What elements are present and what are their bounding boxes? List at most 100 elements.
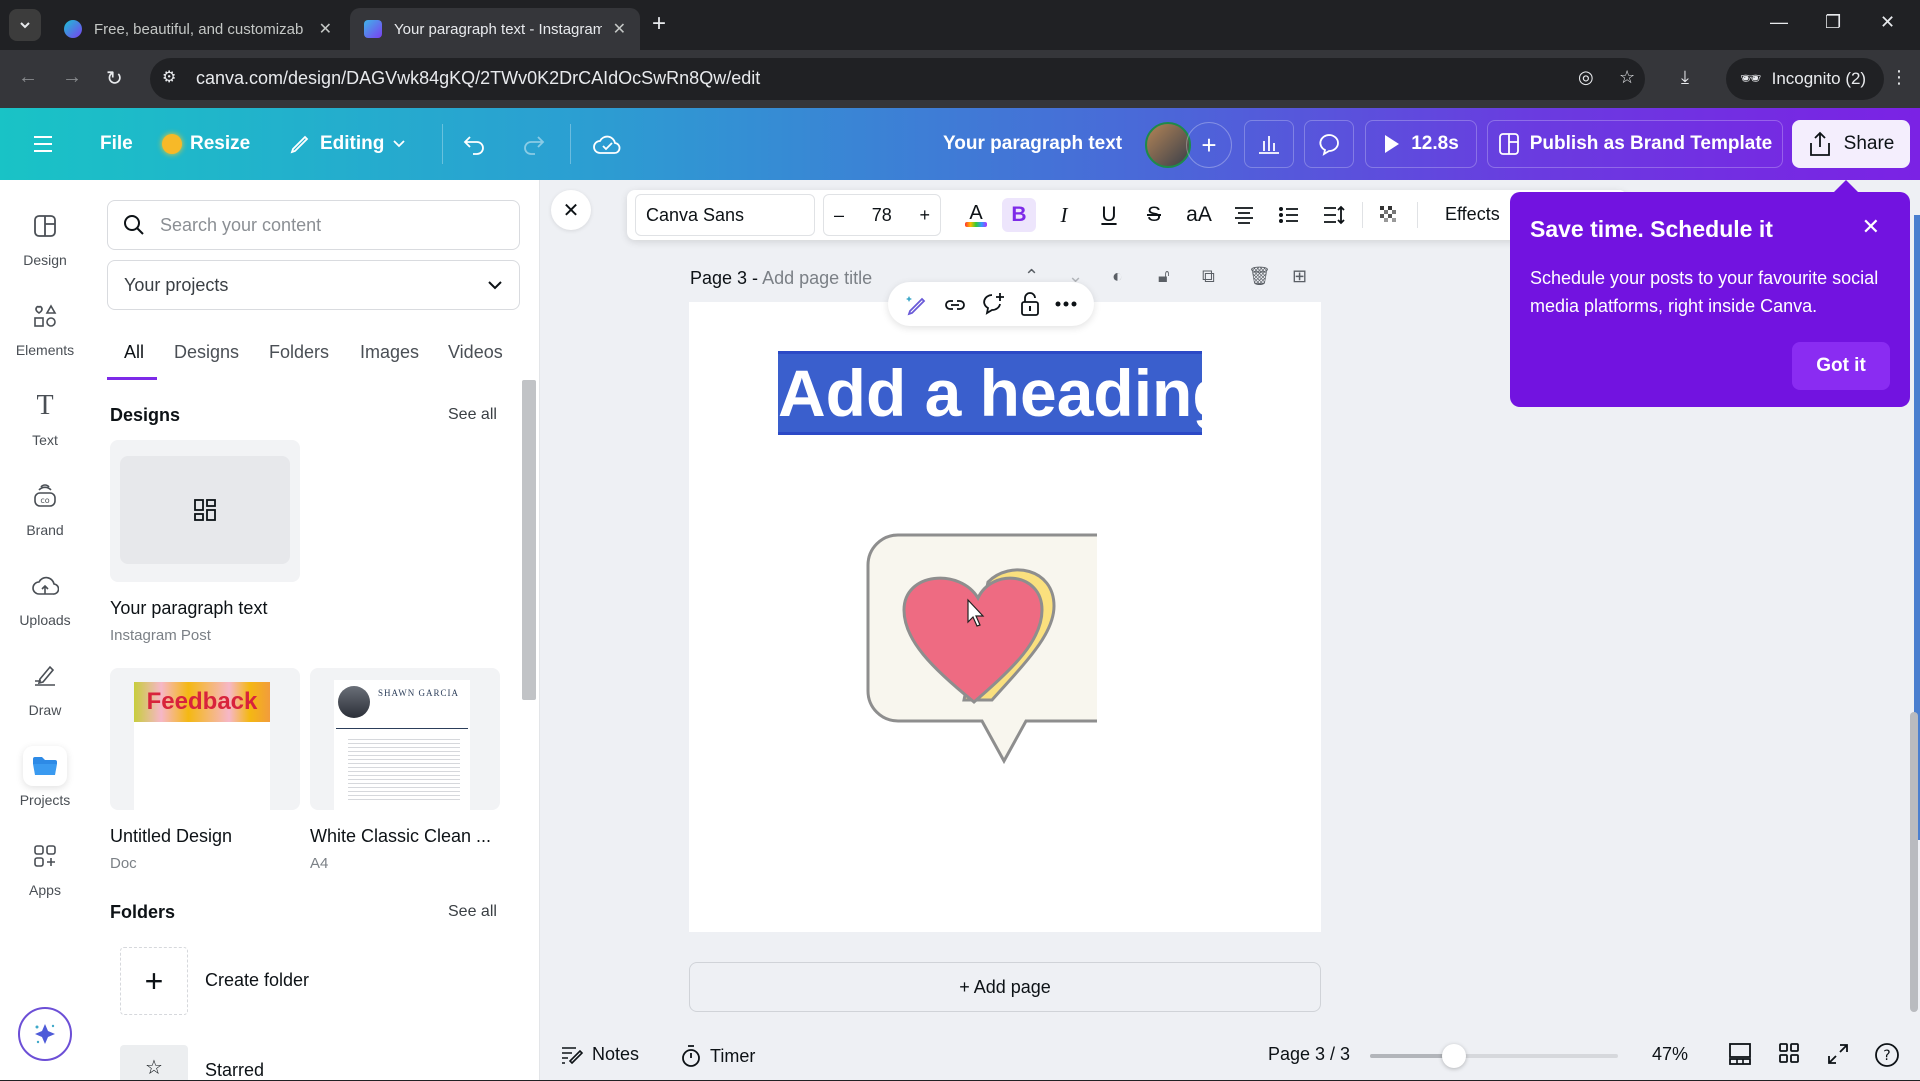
incognito-indicator[interactable]: 🕶 Incognito (2) xyxy=(1726,58,1884,100)
undo-button[interactable] xyxy=(462,120,488,168)
text-color-button[interactable]: A xyxy=(959,198,993,232)
url-text[interactable]: canva.com/design/DAGVwk84gKQ/2TWv0K2DrCA… xyxy=(196,68,760,89)
rail-item-design[interactable]: Design xyxy=(0,198,90,276)
tab-videos[interactable]: Videos xyxy=(448,342,503,363)
workspace-scrollbar[interactable] xyxy=(1910,712,1918,1012)
editing-mode-button[interactable]: Editing xyxy=(288,120,406,168)
tab-list-button[interactable] xyxy=(9,9,41,41)
download-icon[interactable]: ⤓ xyxy=(1681,67,1689,88)
resize-button[interactable]: Resize xyxy=(162,120,250,168)
increase-size-button[interactable]: + xyxy=(919,205,930,226)
grid-view-button[interactable] xyxy=(1778,1042,1800,1064)
comments-button[interactable] xyxy=(1304,120,1354,168)
close-tab-icon[interactable]: ✕ xyxy=(613,19,626,39)
rail-item-draw[interactable]: Draw xyxy=(0,648,90,726)
create-folder-label[interactable]: Create folder xyxy=(205,970,309,991)
tab-images[interactable]: Images xyxy=(360,342,419,363)
decrease-size-button[interactable]: – xyxy=(834,205,844,226)
design-name[interactable]: White Classic Clean ... xyxy=(310,826,491,847)
strikethrough-button[interactable]: S xyxy=(1137,198,1171,232)
letter-case-button[interactable]: aA xyxy=(1182,198,1216,232)
minimize-icon[interactable]: — xyxy=(1770,12,1788,33)
redo-button[interactable] xyxy=(520,120,546,168)
magic-assistant-button[interactable] xyxy=(18,1007,72,1061)
browser-menu-icon[interactable]: ⋮ xyxy=(1890,67,1908,88)
bookmark-star-icon[interactable]: ☆ xyxy=(1619,67,1635,88)
spacing-button[interactable] xyxy=(1317,198,1351,232)
cloud-saved-button[interactable] xyxy=(592,120,622,168)
present-button[interactable]: 12.8s xyxy=(1365,120,1477,168)
fullscreen-button[interactable] xyxy=(1826,1042,1850,1066)
close-window-icon[interactable]: ✕ xyxy=(1880,12,1895,33)
underline-button[interactable]: U xyxy=(1092,198,1126,232)
timer-button[interactable]: Timer xyxy=(680,1044,755,1068)
new-tab-button[interactable]: + xyxy=(652,10,666,38)
rail-item-text[interactable]: T Text xyxy=(0,378,90,456)
design-thumb-untitled-design[interactable]: Feedback xyxy=(110,668,300,810)
list-button[interactable] xyxy=(1272,198,1306,232)
zoom-slider-track[interactable] xyxy=(1370,1054,1618,1058)
lock-page-icon[interactable]: 🔓︎ xyxy=(1158,266,1170,287)
insights-button[interactable] xyxy=(1244,120,1294,168)
rail-item-elements[interactable]: Elements xyxy=(0,288,90,366)
starred-label[interactable]: Starred xyxy=(205,1060,264,1081)
tab-folders[interactable]: Folders xyxy=(269,342,329,363)
designs-see-all-link[interactable]: See all xyxy=(448,406,497,424)
eye-off-icon[interactable]: ◎ xyxy=(1578,67,1594,88)
lock-icon[interactable] xyxy=(1019,291,1041,317)
duplicate-page-icon[interactable]: ⧉ xyxy=(1202,266,1215,287)
back-icon[interactable]: ← xyxy=(18,66,38,89)
starred-folder-tile[interactable]: ☆ xyxy=(120,1045,188,1080)
user-avatar[interactable] xyxy=(1145,122,1191,168)
help-button[interactable]: ? xyxy=(1874,1042,1900,1068)
font-family-select[interactable]: Canva Sans xyxy=(635,194,815,236)
delete-page-icon[interactable]: 🗑︎ xyxy=(1248,266,1271,287)
invite-collaborator-button[interactable]: + xyxy=(1186,122,1232,168)
effects-button[interactable]: Effects xyxy=(1445,204,1500,225)
bold-button[interactable]: B xyxy=(1002,198,1036,232)
publish-brand-template-button[interactable]: Publish as Brand Template xyxy=(1487,120,1783,168)
search-input[interactable]: Search your content xyxy=(107,200,520,250)
font-size-stepper[interactable]: – 78 + xyxy=(823,194,941,236)
design-thumb-white-classic[interactable]: SHAWN GARCIA xyxy=(310,668,500,810)
hide-page-icon[interactable]: ◐ xyxy=(1112,266,1123,287)
design-name[interactable]: Your paragraph text xyxy=(110,598,267,619)
rail-item-apps[interactable]: Apps xyxy=(0,828,90,906)
font-size-value[interactable]: 78 xyxy=(872,205,892,226)
panel-scrollbar[interactable] xyxy=(522,380,536,700)
notes-button[interactable]: Notes xyxy=(560,1044,639,1065)
page-title-input[interactable]: Add page title xyxy=(762,268,872,288)
popover-close-icon[interactable]: ✕ xyxy=(1862,214,1880,240)
close-panel-button[interactable]: ✕ xyxy=(551,190,591,230)
main-menu-button[interactable] xyxy=(32,120,54,168)
heading-text-selected[interactable]: Add a heading xyxy=(778,351,1233,435)
file-menu-button[interactable]: File xyxy=(100,120,133,168)
transparency-button[interactable] xyxy=(1372,198,1406,232)
align-button[interactable] xyxy=(1227,198,1261,232)
page-thumbnails-button[interactable] xyxy=(1728,1042,1752,1066)
got-it-button[interactable]: Got it xyxy=(1792,342,1890,390)
rail-item-brand[interactable]: co Brand xyxy=(0,468,90,546)
restore-icon[interactable]: ❐ xyxy=(1825,12,1841,33)
design-name[interactable]: Untitled Design xyxy=(110,826,232,847)
design-title[interactable]: Your paragraph text xyxy=(943,120,1122,168)
italic-button[interactable]: I xyxy=(1047,198,1081,232)
more-options-icon[interactable] xyxy=(1054,300,1078,308)
close-tab-icon[interactable]: ✕ xyxy=(319,19,332,39)
rail-item-uploads[interactable]: Uploads xyxy=(0,558,90,636)
browser-tab-design[interactable]: Your paragraph text - Instagram ✕ xyxy=(350,8,640,50)
link-icon[interactable] xyxy=(943,293,967,315)
magic-edit-icon[interactable] xyxy=(904,291,930,317)
rail-item-projects[interactable]: Projects xyxy=(0,738,90,816)
reload-icon[interactable]: ↻ xyxy=(106,66,123,91)
folders-see-all-link[interactable]: See all xyxy=(448,903,497,921)
add-page-icon[interactable]: ⊞ xyxy=(1292,266,1307,287)
projects-filter-select[interactable]: Your projects xyxy=(107,260,520,310)
add-comment-icon[interactable] xyxy=(980,291,1006,317)
forward-icon[interactable]: → xyxy=(62,66,82,89)
browser-tab-canva-home[interactable]: Free, beautiful, and customizab ✕ xyxy=(50,8,346,50)
share-button[interactable]: Share xyxy=(1792,120,1910,168)
page-indicator[interactable]: Page 3 / 3 xyxy=(1268,1044,1350,1065)
create-folder-tile[interactable]: + xyxy=(120,947,188,1015)
heart-speech-bubble-graphic[interactable] xyxy=(860,530,1100,766)
